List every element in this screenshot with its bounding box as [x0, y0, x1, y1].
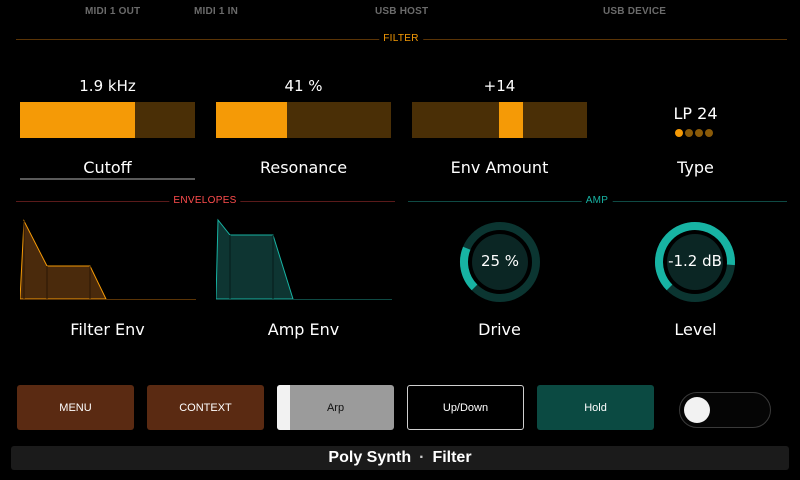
pole-dot: [695, 129, 703, 137]
cutoff-slider[interactable]: [20, 102, 195, 138]
drive-value: 25 %: [480, 252, 520, 270]
level-label: Level: [674, 320, 717, 339]
level-value: -1.2 dB: [668, 252, 722, 270]
pole-dot: [675, 129, 683, 137]
preset-name: Poly Synth: [328, 449, 412, 466]
amp-section-title: AMP: [581, 195, 613, 206]
filter-type-label: Type: [677, 158, 714, 177]
midi-out-indicator: MIDI 1 OUT: [85, 6, 141, 17]
amp-section-divider: AMP: [408, 195, 787, 206]
arp-active-indicator: [277, 385, 290, 430]
hold-button[interactable]: Hold: [537, 385, 654, 430]
arp-button[interactable]: Arp: [277, 385, 394, 430]
envelopes-section-title: ENVELOPES: [169, 195, 241, 206]
midi-in-indicator: MIDI 1 IN: [194, 6, 239, 17]
cutoff-slider-fill: [20, 102, 135, 138]
resonance-slider[interactable]: [216, 102, 391, 138]
page-name: Filter: [432, 449, 472, 466]
status-separator: ·: [419, 449, 425, 466]
arp-button-label: Arp: [326, 401, 345, 414]
resonance-slider-fill: [216, 102, 287, 138]
env-amount-value: +14: [483, 77, 516, 95]
amp-env-shape: [216, 218, 294, 300]
resonance-value: 41 %: [284, 77, 323, 95]
cutoff-selected-indicator: [20, 178, 195, 180]
toggle-switch-knob: [684, 397, 710, 423]
pole-dot: [705, 129, 713, 137]
filter-type-value[interactable]: LP 24: [608, 104, 783, 123]
cutoff-value: 1.9 kHz: [79, 77, 136, 95]
filter-poles-indicator: [675, 129, 713, 137]
drive-label: Drive: [478, 320, 521, 339]
top-status-bar: MIDI 1 OUT MIDI 1 IN USB HOST USB DEVICE: [0, 0, 800, 22]
filter-env-label: Filter Env: [70, 320, 145, 339]
filter-env-shape: [20, 219, 107, 300]
cutoff-label: Cutoff: [83, 158, 132, 177]
menu-button[interactable]: MENU: [17, 385, 134, 430]
env-amount-slider[interactable]: [412, 102, 587, 138]
usb-device-indicator: USB DEVICE: [603, 6, 667, 17]
filter-section-title: FILTER: [379, 33, 423, 44]
context-button[interactable]: CONTEXT: [147, 385, 264, 430]
usb-host-indicator: USB HOST: [375, 6, 429, 17]
filter-envelope-graph[interactable]: [20, 215, 196, 301]
amp-envelope-graph[interactable]: [216, 215, 392, 301]
toggle-switch[interactable]: [679, 392, 771, 428]
pole-dot: [685, 129, 693, 137]
resonance-label: Resonance: [259, 158, 348, 177]
env-amount-slider-fill: [499, 102, 523, 138]
env-amount-label: Env Amount: [450, 158, 549, 177]
up-down-button[interactable]: Up/Down: [407, 385, 524, 430]
envelopes-section-divider: ENVELOPES: [16, 195, 395, 206]
amp-env-label: Amp Env: [267, 320, 340, 339]
status-bar: Poly Synth · Filter: [11, 446, 789, 470]
filter-section-divider: FILTER: [16, 33, 787, 44]
